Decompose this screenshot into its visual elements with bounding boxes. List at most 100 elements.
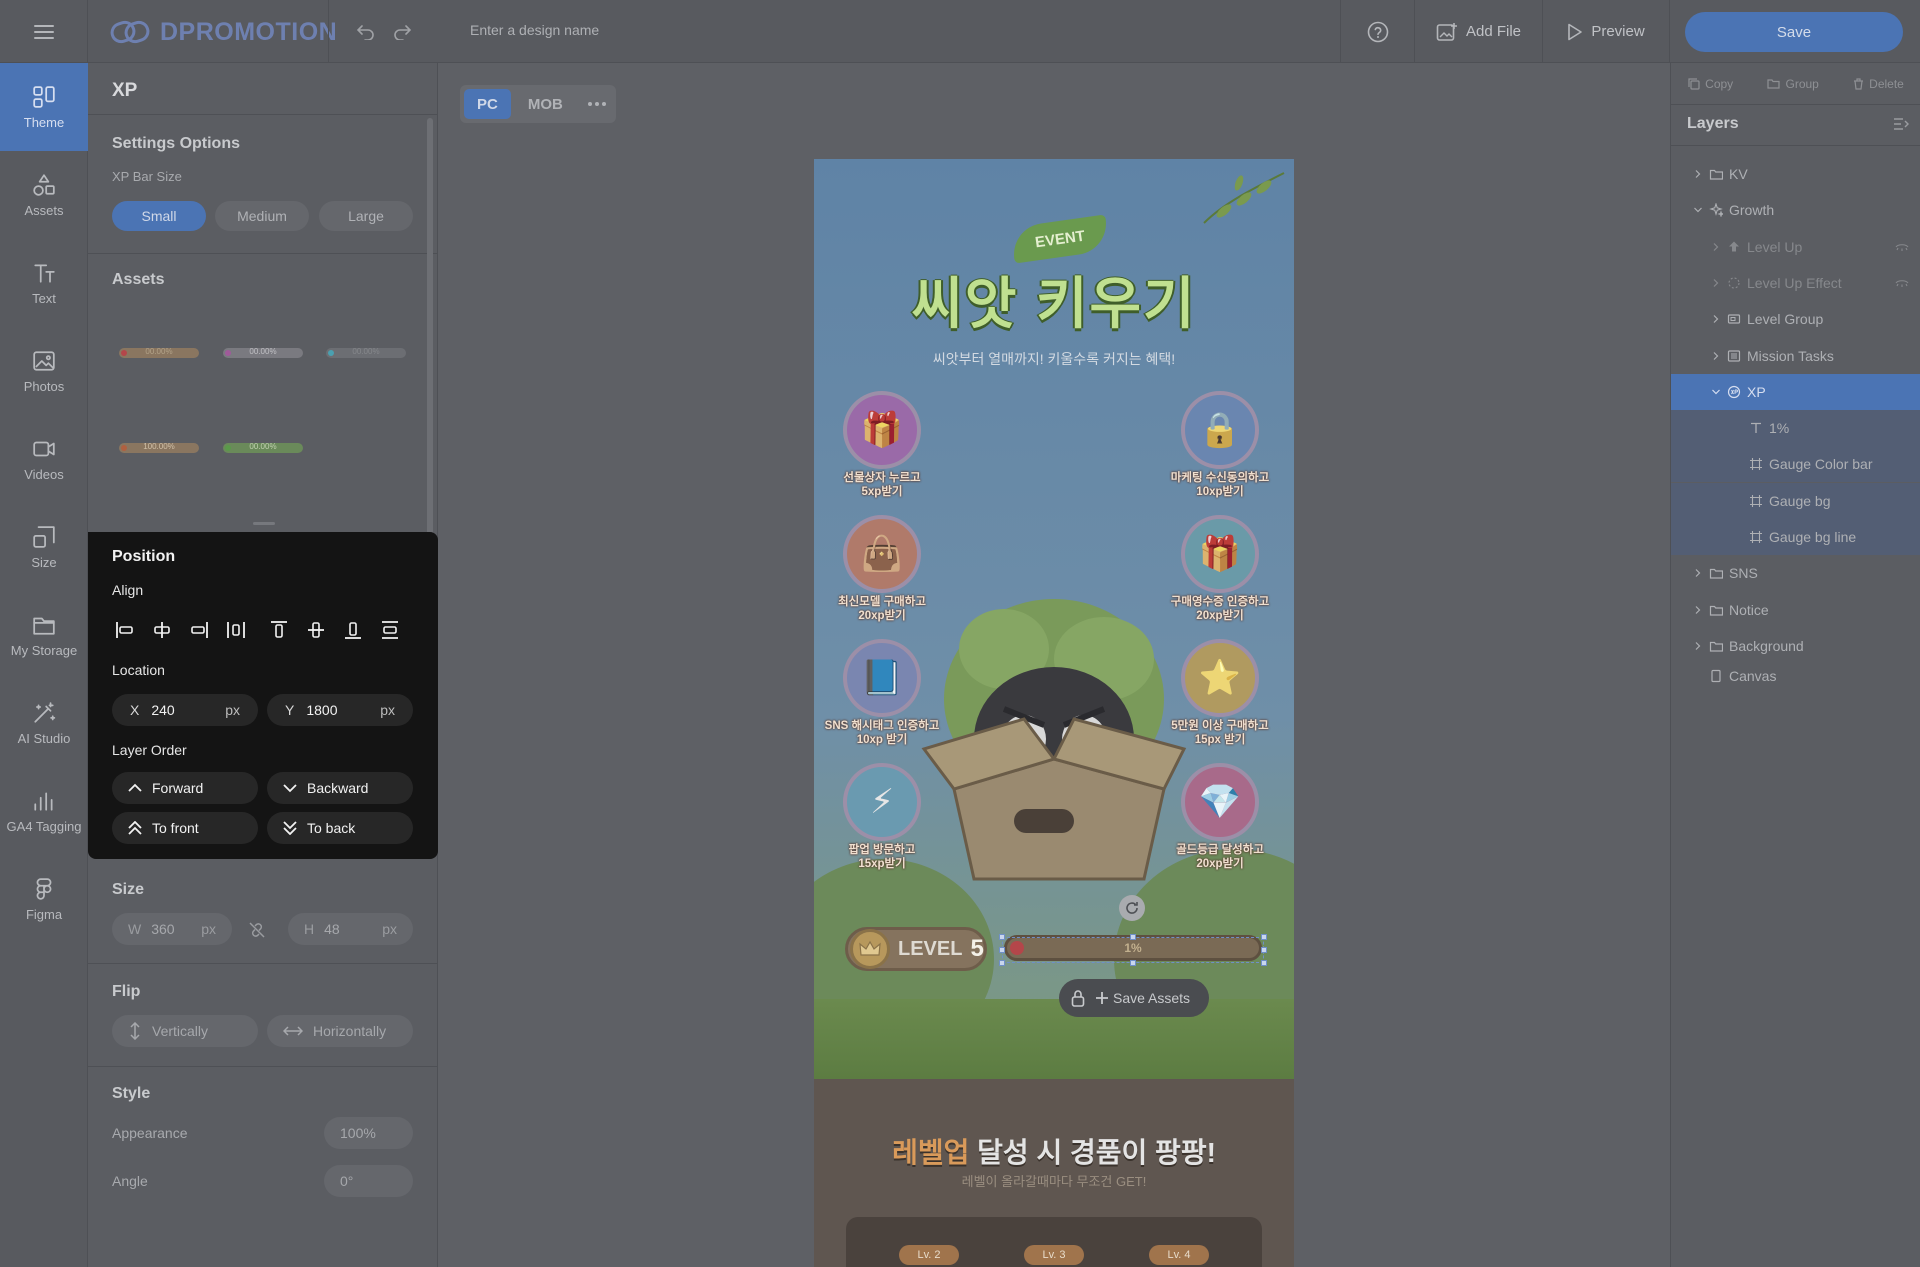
align-right-button[interactable]: [180, 612, 217, 648]
menu-button[interactable]: [0, 0, 88, 63]
undo-icon[interactable]: [356, 24, 376, 40]
layer-item[interactable]: Level Up Effect: [1671, 265, 1920, 301]
send-backward-button[interactable]: Backward: [267, 772, 413, 804]
chevron-right-icon[interactable]: [1711, 351, 1721, 361]
resize-handle[interactable]: [1130, 934, 1136, 940]
bring-to-front-button[interactable]: To front: [112, 812, 258, 844]
layer-item[interactable]: Mission Tasks: [1671, 338, 1920, 374]
text-icon: [34, 263, 55, 283]
eye-off-icon[interactable]: [1895, 278, 1909, 288]
preview-button[interactable]: Preview: [1542, 0, 1670, 63]
asset-thumb-5[interactable]: 00.00%: [223, 442, 303, 453]
asset-thumb-3[interactable]: 00.00%: [326, 347, 406, 358]
align-center-h-button[interactable]: [143, 612, 180, 648]
layer-item[interactable]: Gauge bg line: [1671, 519, 1920, 555]
rail-item-size[interactable]: Size: [0, 503, 88, 591]
layer-item[interactable]: Gauge bg: [1671, 482, 1920, 519]
size-small-button[interactable]: Small: [112, 201, 206, 231]
resize-grip[interactable]: [253, 522, 275, 525]
chevron-right-icon[interactable]: [1693, 568, 1703, 578]
resize-handle[interactable]: [1130, 960, 1136, 966]
resize-handle[interactable]: [999, 947, 1005, 953]
resize-handle[interactable]: [1261, 960, 1267, 966]
align-top-button[interactable]: [260, 612, 297, 648]
align-middle-button[interactable]: [297, 612, 334, 648]
layer-item[interactable]: XP: [1671, 373, 1920, 410]
align-left-button[interactable]: [106, 612, 143, 648]
design-name-input[interactable]: Enter a design name: [470, 22, 599, 38]
save-assets-button[interactable]: Save Assets: [1059, 979, 1209, 1017]
rail-item-text[interactable]: Text: [0, 239, 88, 327]
size-large-button[interactable]: Large: [319, 201, 413, 231]
x-label: X: [130, 702, 140, 718]
level-badge[interactable]: LEVEL 5: [845, 927, 987, 971]
rail-item-theme[interactable]: Theme: [0, 63, 88, 151]
layer-item[interactable]: Gauge Color bar: [1671, 446, 1920, 483]
chevron-down-icon[interactable]: [1711, 387, 1721, 397]
resize-handle[interactable]: [1261, 947, 1267, 953]
tab-mob[interactable]: MOB: [515, 89, 576, 119]
layer-item[interactable]: Notice: [1671, 592, 1920, 628]
redo-icon[interactable]: [392, 24, 412, 40]
distribute-h-button[interactable]: [217, 612, 254, 648]
group-button[interactable]: Group: [1767, 77, 1819, 91]
rail-item-photos[interactable]: Photos: [0, 327, 88, 415]
angle-field[interactable]: 0°: [324, 1165, 413, 1197]
distribute-v-button[interactable]: [371, 612, 408, 648]
more-options-button[interactable]: [580, 89, 614, 119]
bring-forward-button[interactable]: Forward: [112, 772, 258, 804]
resize-handle[interactable]: [1261, 934, 1267, 940]
align-bottom-button[interactable]: [334, 612, 371, 648]
y-position-field[interactable]: Y 1800 px: [267, 694, 413, 726]
layer-item[interactable]: Growth: [1671, 192, 1920, 228]
size-medium-button[interactable]: Medium: [215, 201, 309, 231]
layer-item[interactable]: KV: [1671, 156, 1920, 192]
eye-off-icon[interactable]: [1895, 242, 1909, 252]
help-button[interactable]: [1340, 0, 1414, 63]
chevron-right-icon[interactable]: [1693, 641, 1703, 651]
asset-thumb-2[interactable]: 00.00%: [223, 347, 303, 358]
rail-item-figma[interactable]: Figma: [0, 855, 88, 943]
panel-scrollbar[interactable]: [427, 118, 433, 578]
link-ratio-button[interactable]: [248, 921, 266, 939]
flip-horizontal-button[interactable]: Horizontally: [267, 1015, 413, 1047]
save-button[interactable]: Save: [1685, 12, 1903, 52]
asset-thumb-1[interactable]: 00.00%: [119, 347, 199, 358]
chevron-right-icon[interactable]: [1711, 278, 1721, 288]
logo[interactable]: DPROMOTION: [110, 14, 337, 50]
artboard[interactable]: EVENT 씨앗 키우기 씨앗부터 열매까지! 키울수록 커지는 혜택! 🎁 선물…: [814, 159, 1294, 1267]
layer-item[interactable]: Canvas: [1671, 658, 1920, 694]
chevron-right-icon[interactable]: [1693, 169, 1703, 179]
asset-thumb-4[interactable]: 100.00%: [119, 442, 199, 453]
delete-button[interactable]: Delete: [1853, 77, 1904, 91]
flip-vertical-button[interactable]: Vertically: [112, 1015, 258, 1047]
chevron-right-icon[interactable]: [1693, 605, 1703, 615]
mission-item[interactable]: 🔒 마케팅 수신동의하고 10xp받기: [1165, 391, 1275, 499]
layer-item[interactable]: Level Group: [1671, 301, 1920, 337]
appearance-field[interactable]: 100%: [324, 1117, 413, 1149]
add-file-button[interactable]: Add File: [1414, 0, 1542, 63]
width-field[interactable]: W 360 px: [112, 913, 232, 945]
chevron-right-icon[interactable]: [1711, 314, 1721, 324]
rail-item-my-storage[interactable]: My Storage: [0, 591, 88, 679]
chevron-right-icon[interactable]: [1711, 242, 1721, 252]
rail-item-ga4-tagging[interactable]: GA4 Tagging: [0, 767, 88, 855]
send-to-back-button[interactable]: To back: [267, 812, 413, 844]
chevron-down-icon[interactable]: [1693, 205, 1703, 215]
resize-handle[interactable]: [999, 934, 1005, 940]
rail-item-ai-studio[interactable]: AI Studio: [0, 679, 88, 767]
rail-item-assets[interactable]: Assets: [0, 151, 88, 239]
layer-item[interactable]: Level Up: [1671, 229, 1920, 265]
layer-item[interactable]: 1%: [1671, 410, 1920, 447]
mission-item[interactable]: 🎁 선물상자 누르고 5xp받기: [827, 391, 937, 499]
rail-item-videos[interactable]: Videos: [0, 415, 88, 503]
layer-item[interactable]: SNS: [1671, 555, 1920, 591]
x-position-field[interactable]: X 240 px: [112, 694, 258, 726]
copy-button[interactable]: Copy: [1688, 77, 1733, 91]
tab-pc[interactable]: PC: [464, 89, 511, 119]
height-field[interactable]: H 48 px: [288, 913, 413, 945]
resize-handle[interactable]: [999, 960, 1005, 966]
layers-filter-button[interactable]: [1893, 117, 1909, 131]
rotate-handle[interactable]: [1119, 895, 1145, 921]
distribute-h-icon: [226, 622, 245, 638]
